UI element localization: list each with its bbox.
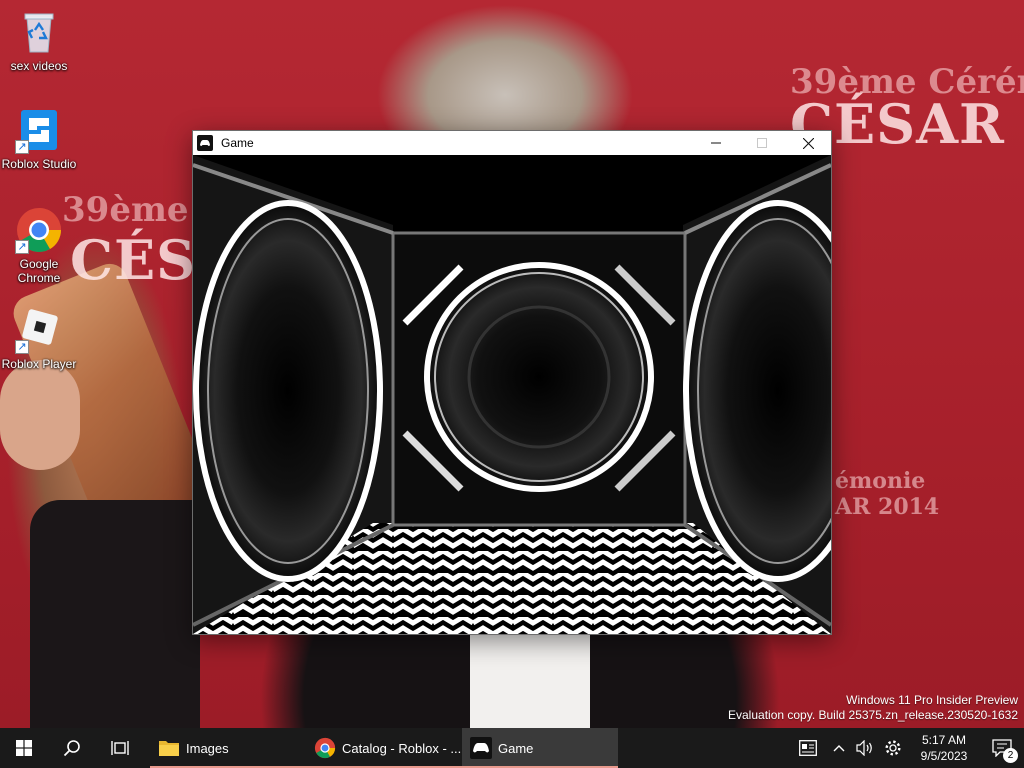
start-button[interactable] xyxy=(0,728,48,768)
volume-button[interactable] xyxy=(852,728,878,768)
clock-date: 9/5/2023 xyxy=(920,749,968,763)
center-ring xyxy=(424,262,654,492)
gamepad-icon xyxy=(197,135,213,151)
game-window[interactable]: Game xyxy=(192,130,832,635)
show-hidden-icons-button[interactable] xyxy=(826,728,852,768)
notification-center-button[interactable]: 2 xyxy=(980,728,1024,768)
volume-icon xyxy=(856,740,872,756)
search-icon xyxy=(63,740,80,757)
taskbar-app-game[interactable]: Game xyxy=(462,728,618,768)
task-view-icon xyxy=(111,741,129,755)
desktop-icon-roblox-player[interactable]: ↗ Roblox Player xyxy=(0,306,78,371)
roblox-player-icon: ↗ xyxy=(15,306,63,354)
recycle-bin-icon xyxy=(15,8,63,56)
search-button[interactable] xyxy=(48,728,96,768)
desktop-icon-label: Roblox Studio xyxy=(1,157,77,171)
taskbar-app-label: Game xyxy=(498,740,534,756)
wallpaper-left-mark2: CÉS xyxy=(70,228,197,292)
folder-icon xyxy=(159,741,179,756)
widgets-button[interactable] xyxy=(790,728,826,768)
wallpaper-sleeve xyxy=(30,500,200,728)
chevron-up-icon xyxy=(833,745,845,752)
left-ring xyxy=(193,200,383,582)
taskbar: Images Catalog - Roblox - ... Game 5:17 … xyxy=(0,728,1024,768)
game-viewport[interactable] xyxy=(193,155,831,634)
clock[interactable]: 5:17 AM 9/5/2023 xyxy=(908,732,980,764)
desktop-icon-google-chrome[interactable]: ↗ Google Chrome xyxy=(0,206,78,285)
wallpaper-shirt xyxy=(470,630,590,728)
window-title: Game xyxy=(221,136,254,150)
close-icon xyxy=(802,137,814,149)
chrome-icon: ↗ xyxy=(15,206,63,254)
desktop-icon-recycle-bin[interactable]: sex videos xyxy=(0,8,78,73)
roblox-studio-icon: ↗ xyxy=(15,106,63,154)
desktop-icon-label: sex videos xyxy=(10,59,68,73)
watermark-line1: Windows 11 Pro Insider Preview xyxy=(846,693,1018,707)
taskbar-app-images[interactable]: Images xyxy=(150,728,306,768)
watermark-line2: Evaluation copy. Build 25375.zn_release.… xyxy=(728,708,1018,722)
desktop-icon-roblox-studio[interactable]: ↗ Roblox Studio xyxy=(0,106,78,171)
clock-time: 5:17 AM xyxy=(921,733,967,747)
wallpaper-right-mark: émonie xyxy=(835,468,926,494)
windows-watermark: Windows 11 Pro Insider Preview Evaluatio… xyxy=(728,693,1018,723)
taskbar-app-chrome[interactable]: Catalog - Roblox - ... xyxy=(306,728,462,768)
windows-start-icon xyxy=(16,740,32,756)
chrome-icon xyxy=(314,737,336,759)
shortcut-arrow-icon: ↗ xyxy=(15,340,29,354)
shortcut-arrow-icon: ↗ xyxy=(15,240,29,254)
settings-button[interactable] xyxy=(878,728,908,768)
news-widget-icon xyxy=(799,740,817,756)
desktop-icon-label: Roblox Player xyxy=(1,357,77,371)
maximize-button[interactable] xyxy=(739,131,785,155)
gear-icon xyxy=(885,740,901,756)
shortcut-arrow-icon: ↗ xyxy=(15,140,29,154)
gamepad-icon xyxy=(470,737,492,759)
maximize-icon xyxy=(757,138,767,148)
desktop-icon-label: Google Chrome xyxy=(17,257,61,285)
minimize-icon xyxy=(711,142,721,144)
minimize-button[interactable] xyxy=(693,131,739,155)
close-button[interactable] xyxy=(785,131,831,155)
notification-count-badge: 2 xyxy=(1003,748,1018,763)
taskbar-app-label: Catalog - Roblox - ... xyxy=(342,740,462,756)
wallpaper-hand xyxy=(0,360,80,470)
window-titlebar[interactable]: Game xyxy=(193,131,831,155)
task-view-button[interactable] xyxy=(96,728,144,768)
taskbar-app-label: Images xyxy=(186,740,229,756)
wallpaper-right-mark2: AR 2014 xyxy=(835,494,940,520)
system-tray: 5:17 AM 9/5/2023 2 xyxy=(790,728,1024,768)
